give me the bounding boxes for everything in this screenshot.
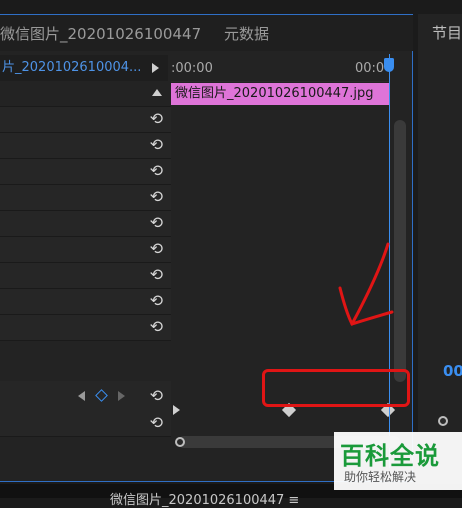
program-monitor-panel — [418, 14, 462, 482]
property-row: ⟲ — [0, 315, 171, 341]
tab-effect-controls[interactable]: 微信图片_20201026100447 — [0, 23, 201, 44]
time-ruler: :00:00 00:0 — [171, 55, 390, 82]
property-row: ⟲ — [0, 237, 171, 263]
property-row: ⟲ — [0, 411, 171, 437]
property-row: ⟲ — [0, 263, 171, 289]
reset-icon[interactable]: ⟲ — [150, 265, 163, 284]
program-monitor-title[interactable]: 节目 — [432, 22, 462, 43]
reset-icon[interactable]: ⟲ — [150, 413, 163, 432]
reset-icon[interactable]: ⟲ — [150, 187, 163, 206]
ruler-time-end: 00:0 — [355, 61, 385, 76]
tab-metadata[interactable]: 元数据 — [224, 23, 269, 44]
zoom-handle-left[interactable] — [175, 437, 185, 447]
zoom-handle[interactable] — [438, 416, 448, 426]
reset-icon[interactable]: ⟲ — [150, 161, 163, 180]
reset-icon[interactable]: ⟲ — [150, 317, 163, 336]
clip-bar[interactable]: 微信图片_20201026100447.jpg — [171, 83, 389, 105]
bottom-tab-label[interactable]: 微信图片_20201026100447 ≡ — [110, 489, 299, 508]
expand-icon[interactable] — [173, 405, 180, 415]
keyframe-row: ⟲ — [0, 381, 171, 412]
property-row: ⟲ — [0, 107, 171, 133]
add-keyframe-icon[interactable] — [95, 389, 108, 402]
prev-keyframe-icon[interactable] — [78, 391, 85, 401]
property-row — [0, 81, 171, 107]
watermark-title: 百科全说 — [340, 442, 440, 470]
property-row: ⟲ — [0, 289, 171, 315]
play-button[interactable] — [142, 55, 168, 81]
ruler-time-start: :00:00 — [171, 61, 213, 76]
property-row: ⟲ — [0, 159, 171, 185]
property-row: ⟲ — [0, 133, 171, 159]
property-row: ⟲ — [0, 211, 171, 237]
reset-icon[interactable]: ⟲ — [150, 213, 163, 232]
reset-icon[interactable]: ⟲ — [150, 291, 163, 310]
reset-icon[interactable]: ⟲ — [150, 386, 163, 405]
reset-icon[interactable]: ⟲ — [150, 135, 163, 154]
property-row: ⟲ — [0, 185, 171, 211]
reset-icon[interactable]: ⟲ — [150, 239, 163, 258]
playhead-handle[interactable] — [384, 58, 394, 72]
play-icon — [152, 63, 159, 73]
annotation-box — [262, 369, 410, 407]
watermark-subtitle: 助你轻松解决 — [344, 470, 417, 484]
annotation-arrow — [338, 242, 394, 326]
timecode[interactable]: 00 — [443, 362, 462, 380]
reset-icon[interactable]: ⟲ — [150, 109, 163, 128]
clip-name-label: 片_2020102610004... — [0, 55, 142, 81]
panel-tab-bar: 微信图片_20201026100447 元数据 — [0, 15, 413, 51]
next-keyframe-icon[interactable] — [118, 391, 125, 401]
scroll-up-icon[interactable] — [152, 89, 162, 96]
property-list: 片_2020102610004... ⟲ ⟲ ⟲ ⟲ ⟲ ⟲ ⟲ ⟲ ⟲ ⟲ ⟲ — [0, 55, 171, 475]
property-row — [0, 341, 171, 382]
